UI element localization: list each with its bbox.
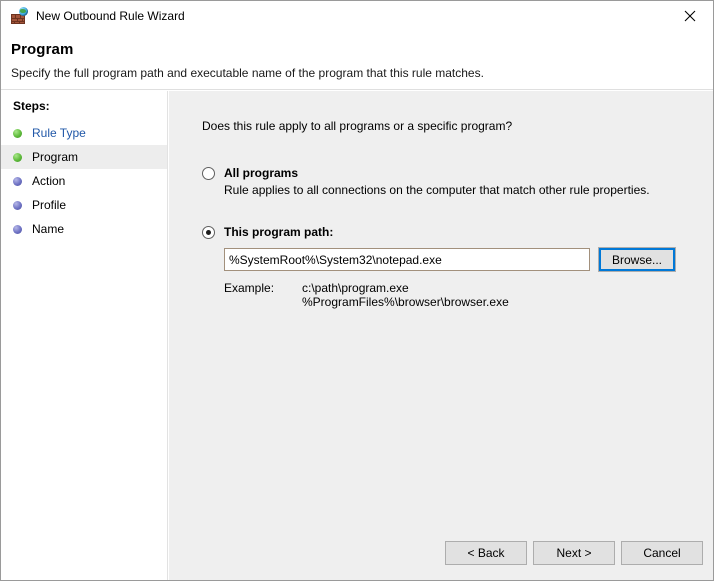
sidebar-item-action[interactable]: Action: [1, 169, 167, 193]
steps-sidebar: Steps: Rule Type Program Action Profile …: [1, 91, 168, 580]
example-label: Example:: [224, 281, 275, 295]
sidebar-item-label: Name: [32, 222, 65, 236]
sidebar-item-profile[interactable]: Profile: [1, 193, 167, 217]
option-all-programs[interactable]: All programs Rule applies to all connect…: [202, 166, 650, 197]
question-text: Does this rule apply to all programs or …: [202, 119, 513, 133]
content-pane: Does this rule apply to all programs or …: [168, 91, 713, 580]
option-program-path[interactable]: This program path: Browse... Example: c:…: [202, 225, 676, 309]
example-block: Example: c:\path\program.exe %ProgramFil…: [224, 281, 676, 309]
firewall-globe-icon: [11, 7, 28, 24]
example-values: c:\path\program.exe %ProgramFiles%\brows…: [302, 281, 509, 309]
wizard-window: New Outbound Rule Wizard Program Specify…: [0, 0, 714, 581]
back-button[interactable]: < Back: [445, 541, 527, 565]
wizard-header: Program Specify the full program path an…: [1, 31, 713, 90]
sidebar-item-label: Rule Type: [32, 126, 86, 140]
option-all-programs-description: Rule applies to all connections on the c…: [224, 183, 650, 197]
sidebar-item-name[interactable]: Name: [1, 217, 167, 241]
sidebar-item-program[interactable]: Program: [1, 145, 167, 169]
step-bullet-icon: [13, 200, 22, 210]
page-title: Program: [11, 41, 74, 58]
program-path-input[interactable]: [224, 248, 590, 271]
cancel-button[interactable]: Cancel: [621, 541, 703, 565]
page-subtitle: Specify the full program path and execut…: [11, 66, 484, 80]
sidebar-item-label: Action: [32, 174, 66, 188]
radio-program-path-label: This program path:: [224, 225, 334, 239]
radio-all-programs[interactable]: [202, 167, 215, 180]
next-button[interactable]: Next >: [533, 541, 615, 565]
radio-all-programs-label: All programs: [224, 166, 299, 180]
step-bullet-icon: [13, 224, 22, 234]
window-title: New Outbound Rule Wizard: [36, 9, 185, 23]
step-bullet-icon: [13, 152, 22, 162]
program-path-row: Browse...: [224, 247, 676, 272]
example-line: %ProgramFiles%\browser\browser.exe: [302, 295, 509, 309]
example-line: c:\path\program.exe: [302, 281, 409, 295]
title-bar: New Outbound Rule Wizard: [1, 1, 713, 31]
sidebar-item-label: Profile: [32, 198, 67, 212]
steps-heading: Steps:: [13, 99, 50, 113]
wizard-body: Steps: Rule Type Program Action Profile …: [1, 91, 713, 580]
wizard-footer: < Back Next > Cancel: [445, 541, 703, 565]
browse-button[interactable]: Browse...: [598, 247, 676, 272]
radio-program-path[interactable]: [202, 226, 215, 239]
sidebar-item-rule-type[interactable]: Rule Type: [1, 121, 167, 145]
step-bullet-icon: [13, 176, 22, 186]
close-icon[interactable]: [667, 1, 713, 31]
sidebar-item-label: Program: [32, 150, 79, 164]
step-bullet-icon: [13, 128, 22, 138]
